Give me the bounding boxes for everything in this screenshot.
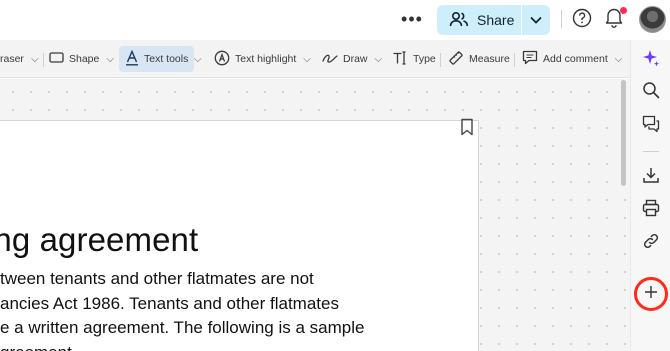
draw-icon (322, 52, 338, 67)
more-options-label: ••• (401, 8, 423, 29)
chevron-down-icon: ⌵ (194, 53, 202, 65)
share-button[interactable]: Share (437, 5, 521, 35)
share-label: Share (477, 12, 515, 28)
toolbar-divider (440, 53, 441, 67)
chevron-down-icon: ⌵ (106, 53, 114, 65)
vertical-scrollbar[interactable] (621, 80, 626, 186)
users-icon (449, 11, 469, 30)
text-format-icon (125, 49, 139, 69)
tool-shape[interactable]: Shape ⌵ (49, 46, 114, 72)
tool-add-comment-label: Add comment (543, 53, 608, 65)
bookmark-button[interactable] (459, 118, 475, 136)
rectangle-icon (49, 52, 64, 66)
type-cursor-icon (392, 50, 408, 68)
tool-text-tools-dropdown[interactable]: ⌵ (192, 46, 202, 72)
highlight-icon (214, 50, 230, 69)
chevron-down-icon: ⌵ (374, 53, 383, 65)
comments-icon (642, 115, 660, 138)
help-icon (572, 8, 592, 33)
share-button-group: Share (437, 5, 550, 35)
share-options-dropdown[interactable] (522, 5, 550, 35)
download-button[interactable] (640, 166, 662, 188)
tool-type-label: Type (413, 53, 436, 65)
tool-text-highlight[interactable]: Text highlight ⌵ (214, 46, 311, 72)
header-divider (561, 10, 562, 28)
tool-measure[interactable]: Measure (448, 46, 510, 72)
tool-measure-label: Measure (469, 53, 510, 65)
tool-draw-label: Draw (343, 53, 368, 65)
tool-text-highlight-label: Text highlight (235, 53, 297, 65)
comment-icon (522, 50, 538, 68)
add-button[interactable] (634, 277, 668, 311)
tool-text-tools-label: Text tools (144, 53, 189, 65)
user-avatar[interactable] (639, 6, 666, 33)
download-icon (642, 166, 660, 189)
tool-text-tools[interactable]: Text tools (119, 46, 195, 72)
plus-icon (644, 285, 658, 304)
document-heading: ing agreement (0, 221, 199, 258)
tool-draw[interactable]: Draw ⌵ (322, 46, 382, 72)
tool-eraser[interactable]: raser ⌵ (0, 46, 39, 72)
document-line: ancies Act 1986. Tenants and other flatm… (0, 293, 339, 313)
notification-badge (620, 7, 627, 14)
tool-shape-label: Shape (69, 53, 100, 65)
tool-type[interactable]: Type (392, 46, 436, 72)
annotation-toolbar: raser ⌵ Shape ⌵ Text tools ⌵ Text highli… (0, 40, 630, 78)
help-button[interactable] (570, 8, 594, 32)
copy-link-button[interactable] (640, 232, 662, 254)
link-icon (642, 232, 660, 255)
bookmark-icon (459, 118, 475, 140)
chevron-down-icon (530, 11, 542, 29)
document-line: e a written agreement. The following is … (0, 318, 365, 337)
sidebar-divider (643, 151, 659, 152)
ai-assistant-button[interactable] (640, 49, 662, 71)
search-button[interactable] (640, 81, 662, 103)
top-header: ••• Share (0, 0, 670, 40)
ruler-icon (448, 50, 464, 69)
comments-panel-button[interactable] (640, 115, 662, 137)
tool-eraser-label: raser (0, 53, 24, 65)
chevron-down-icon: ⌵ (30, 53, 39, 65)
chevron-down-icon: ⌵ (303, 53, 311, 65)
document-body: tween tenants and other flatmates are no… (0, 267, 420, 351)
print-icon (642, 199, 660, 222)
print-button[interactable] (640, 199, 662, 221)
toolbar-divider (43, 53, 44, 67)
chevron-down-icon: ⌵ (614, 53, 623, 65)
document-line: tween tenants and other flatmates are no… (0, 269, 314, 288)
search-icon (642, 81, 660, 104)
more-options-button[interactable]: ••• (398, 8, 426, 30)
document-line: greement (0, 341, 420, 351)
toolbar-divider (514, 53, 515, 67)
sparkle-icon (641, 48, 661, 73)
tool-add-comment[interactable]: Add comment ⌵ (522, 46, 622, 72)
